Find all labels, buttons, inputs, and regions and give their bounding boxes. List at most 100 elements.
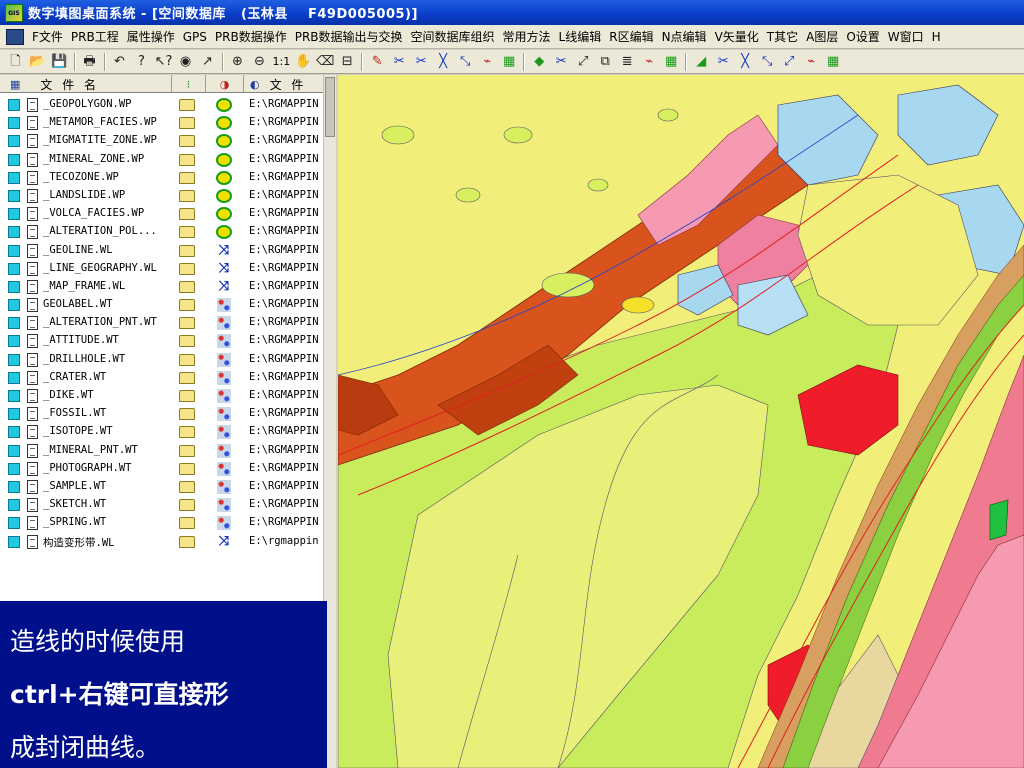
layer-checkbox[interactable]: [8, 517, 20, 530]
folder-icon[interactable]: [179, 189, 195, 202]
help-icon[interactable]: ?: [132, 52, 151, 71]
point-layer-icon[interactable]: [216, 353, 232, 367]
layer-checkbox[interactable]: [8, 226, 20, 239]
layer-checkbox[interactable]: [8, 426, 20, 439]
line-layer-icon[interactable]: [216, 262, 232, 276]
zoom-out-icon[interactable]: ⊖: [250, 52, 269, 71]
poly-layer-icon[interactable]: [216, 134, 232, 148]
poly-layer-icon[interactable]: [216, 98, 232, 112]
map-blob[interactable]: [541, 272, 595, 298]
map-blob[interactable]: [657, 108, 679, 122]
folder-icon[interactable]: [179, 426, 195, 439]
point-layer-icon[interactable]: [216, 334, 232, 348]
file-list-row[interactable]: _MIGMATITE_ZONE.WP E:\RGMAPPIN: [0, 132, 323, 150]
layer-checkbox[interactable]: [8, 171, 20, 184]
geological-map[interactable]: [338, 75, 1024, 768]
scrollbar-thumb[interactable]: [325, 77, 335, 137]
point-text-icon[interactable]: ≣: [618, 52, 637, 71]
region-grid-icon[interactable]: ▦: [824, 52, 843, 71]
menu-common-methods[interactable]: 常用方法: [499, 28, 555, 45]
layer-checkbox[interactable]: [8, 317, 20, 330]
zoom-in-icon[interactable]: ⊕: [228, 52, 247, 71]
folder-icon[interactable]: [179, 462, 195, 475]
file-list-row[interactable]: _SAMPLE.WT E:\RGMAPPIN: [0, 478, 323, 496]
file-list-row[interactable]: _TECOZONE.WP E:\RGMAPPIN: [0, 169, 323, 187]
menu-settings[interactable]: O设置: [842, 28, 883, 45]
file-list-row[interactable]: _SPRING.WT E:\RGMAPPIN: [0, 514, 323, 532]
file-list-row[interactable]: _DRILLHOLE.WT E:\RGMAPPIN: [0, 351, 323, 369]
point-copy-icon[interactable]: ⧉: [596, 52, 615, 71]
menu-prb-project[interactable]: PRB工程: [67, 28, 123, 45]
poly-layer-icon[interactable]: [216, 116, 232, 130]
menu-attribute-ops[interactable]: 属性操作: [123, 28, 179, 45]
layer-checkbox[interactable]: [8, 153, 20, 166]
context-help-icon[interactable]: ↖?: [154, 52, 173, 71]
layer-checkbox[interactable]: [8, 335, 20, 348]
menu-help[interactable]: H: [928, 30, 945, 44]
poly-layer-icon[interactable]: [216, 171, 232, 185]
menu-region-edit[interactable]: R区编辑: [605, 28, 657, 45]
layer-checkbox[interactable]: [8, 462, 20, 475]
folder-icon[interactable]: [179, 99, 195, 111]
line-layer-icon[interactable]: [216, 535, 232, 549]
region-add-icon[interactable]: ◢: [692, 52, 711, 71]
file-list-row[interactable]: _SKETCH.WT E:\RGMAPPIN: [0, 496, 323, 514]
layer-checkbox[interactable]: [8, 280, 20, 293]
file-list-row[interactable]: _DIKE.WT E:\RGMAPPIN: [0, 387, 323, 405]
region-split-icon[interactable]: ⤡: [758, 52, 777, 71]
pan-hand-icon[interactable]: ✋: [294, 52, 313, 71]
view-icon[interactable]: ◉: [176, 52, 195, 71]
layer-checkbox[interactable]: [8, 262, 20, 275]
print-icon[interactable]: 🖶: [80, 52, 99, 71]
file-list-row[interactable]: _GEOPOLYGON.WP E:\RGMAPPIN: [0, 96, 323, 114]
point-layer-icon[interactable]: [216, 444, 232, 458]
file-list-row[interactable]: _ATTITUDE.WT E:\RGMAPPIN: [0, 332, 323, 350]
layer-checkbox[interactable]: [8, 535, 20, 548]
folder-icon[interactable]: [179, 535, 195, 548]
layer-checkbox[interactable]: [8, 99, 20, 111]
layer-checkbox[interactable]: [8, 480, 20, 493]
file-list-row[interactable]: _MINERAL_PNT.WT E:\RGMAPPIN: [0, 442, 323, 460]
column-header-type[interactable]: ◑: [206, 75, 244, 93]
point-layer-icon[interactable]: [216, 462, 232, 476]
folder-icon[interactable]: [179, 517, 195, 530]
point-layer-icon[interactable]: [216, 298, 232, 312]
menu-window[interactable]: W窗口: [884, 28, 928, 45]
column-header-open[interactable]: ⁝: [172, 75, 206, 93]
folder-icon[interactable]: [179, 480, 195, 493]
folder-icon[interactable]: [179, 262, 195, 275]
layer-checkbox[interactable]: [8, 408, 20, 421]
point-layer-icon[interactable]: [216, 316, 232, 330]
point-layer-icon[interactable]: [216, 389, 232, 403]
file-list-row[interactable]: _VOLCA_FACIES.WP E:\RGMAPPIN: [0, 205, 323, 223]
point-layer-icon[interactable]: [216, 371, 232, 385]
folder-icon[interactable]: [179, 299, 195, 312]
folder-icon[interactable]: [179, 280, 195, 293]
cut-line-icon[interactable]: ✂: [390, 52, 409, 71]
file-list-row[interactable]: _ALTERATION_PNT.WT E:\RGMAPPIN: [0, 314, 323, 332]
layer-checkbox[interactable]: [8, 444, 20, 457]
map-blob[interactable]: [381, 125, 415, 145]
point-layer-icon[interactable]: [216, 498, 232, 512]
map-blob[interactable]: [503, 126, 533, 144]
region-cut-icon[interactable]: ✂: [714, 52, 733, 71]
point-parameter-icon[interactable]: ⌁: [640, 52, 659, 71]
menu-gps[interactable]: GPS: [179, 30, 211, 44]
folder-icon[interactable]: [179, 408, 195, 421]
file-list-row[interactable]: _ALTERATION_POL... E:\RGMAPPIN: [0, 223, 323, 241]
file-list-row[interactable]: GEOLABEL.WT E:\RGMAPPIN: [0, 296, 323, 314]
folder-icon[interactable]: [179, 117, 195, 130]
menu-prb-data-ops[interactable]: PRB数据操作: [211, 28, 291, 45]
file-list-row[interactable]: _PHOTOGRAPH.WT E:\RGMAPPIN: [0, 460, 323, 478]
column-header-name[interactable]: ▦ 文 件 名: [0, 75, 172, 93]
point-cut-icon[interactable]: ✂: [552, 52, 571, 71]
draw-line-icon[interactable]: ✎: [368, 52, 387, 71]
layer-checkbox[interactable]: [8, 117, 20, 130]
folder-icon[interactable]: [179, 244, 195, 257]
point-layer-icon[interactable]: [216, 480, 232, 494]
map-blob[interactable]: [455, 187, 481, 203]
title-bar[interactable]: GIS 数字填图桌面系统 - [空间数据库 (玉林县 F49D005005)]: [0, 0, 1024, 25]
layer-checkbox[interactable]: [8, 135, 20, 148]
menu-spatial-db[interactable]: 空间数据库组织: [407, 28, 499, 45]
file-list-row[interactable]: _LINE_GEOGRAPHY.WL E:\RGMAPPIN: [0, 260, 323, 278]
